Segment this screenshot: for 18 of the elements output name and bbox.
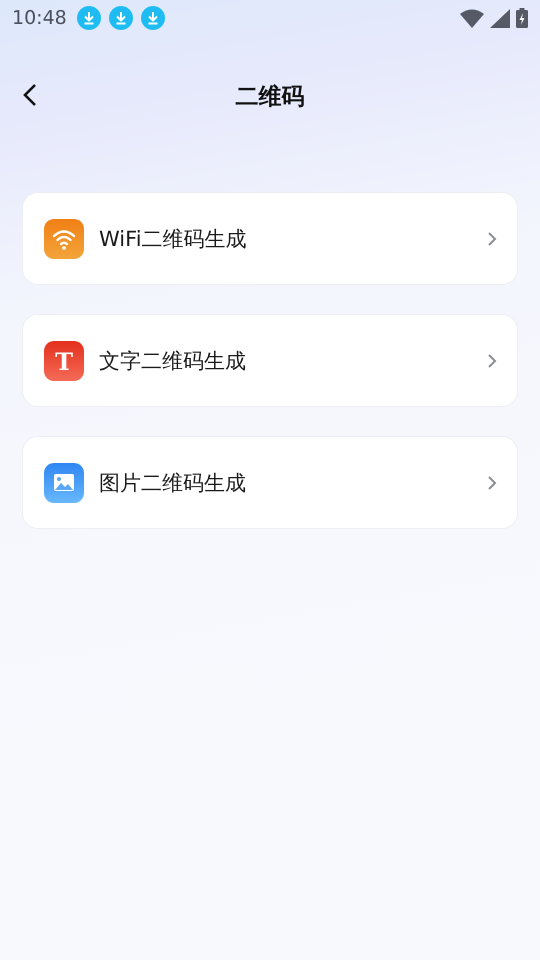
wifi-icon (460, 8, 484, 28)
image-icon (44, 462, 84, 502)
text-icon: T (44, 340, 84, 380)
battery-icon (516, 8, 528, 28)
page-title: 二维码 (236, 82, 304, 112)
chevron-left-icon (22, 83, 38, 107)
chevron-right-icon (487, 352, 497, 368)
download-icon (76, 6, 101, 30)
menu-card[interactable]: T 文字二维码生成 (22, 314, 518, 407)
menu-card[interactable]: 图片二维码生成 (22, 436, 518, 529)
menu-card[interactable]: WiFi二维码生成 (22, 192, 518, 285)
download-icon (108, 6, 133, 30)
chevron-right-icon (487, 230, 497, 246)
chevron-right-icon (487, 474, 497, 490)
download-icon (140, 6, 165, 30)
wifi-icon (44, 218, 84, 258)
status-time: 10:48 (12, 7, 67, 29)
signal-icon (490, 8, 510, 28)
